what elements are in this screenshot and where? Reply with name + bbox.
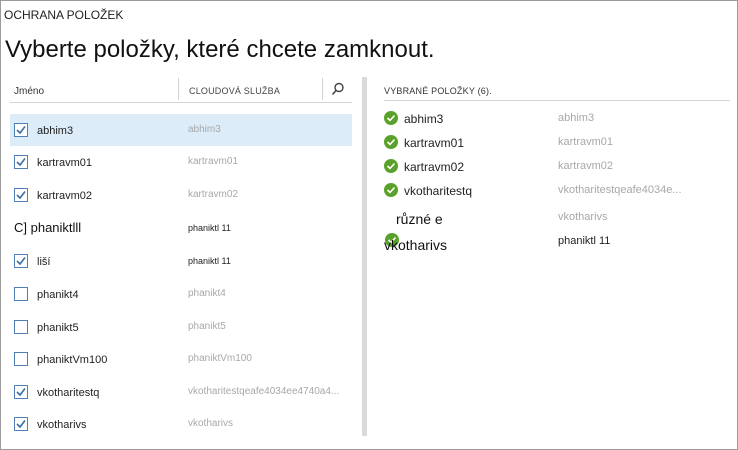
row-checkbox[interactable] — [14, 320, 28, 334]
selected-item-name: vkotharivs — [384, 237, 448, 253]
row-checkbox[interactable] — [14, 254, 28, 268]
search-icon — [331, 82, 344, 96]
column-header-cloud-service[interactable]: CLOUDOVÁ SLUŽBA — [189, 86, 280, 96]
row-name: abhim3 — [37, 125, 74, 137]
row-service: abhim3 — [188, 124, 221, 135]
pane-splitter-scrollbar[interactable] — [362, 77, 367, 436]
selected-item-name: kartravm01 — [404, 136, 465, 150]
selected-item-service: vkotharitestqeafe4034e... — [558, 184, 682, 196]
ok-circle-icon — [384, 159, 398, 173]
selected-items-header: VYBRANÉ POLOŽKY (6). — [384, 76, 730, 101]
row-checkbox[interactable] — [14, 417, 28, 431]
selected-item: vkotharivs phaniktl 11 — [384, 230, 730, 254]
selected-item-service: kartravm02 — [558, 160, 614, 172]
page-title: Vyberte položky, které chcete zamknout. — [5, 36, 435, 63]
selected-item-service: abhim3 — [558, 112, 595, 124]
selected-item-name: různé e — [396, 211, 443, 227]
table-row[interactable]: vkotharivs vkotharivs — [10, 408, 352, 440]
checkmark-icon — [16, 388, 26, 397]
row-checkbox[interactable] — [14, 123, 28, 137]
table-row[interactable]: vkotharitestq vkotharitestqeafe4034ee474… — [10, 376, 352, 408]
row-checkbox[interactable] — [14, 155, 28, 169]
table-row[interactable]: C] phaniktlll phaniktl 11 — [10, 212, 352, 244]
selected-items-title: VYBRANÉ POLOŽKY (6). — [384, 86, 492, 96]
checkmark-icon — [16, 158, 26, 167]
items-list-pane: Jméno CLOUDOVÁ SLUŽBA abhim3 abhim3 kart… — [0, 76, 356, 440]
selected-item-service: phaniktl 11 — [558, 235, 611, 247]
selected-item: abhim3 abhim3 — [384, 107, 730, 131]
selected-item: vkotharitestq vkotharitestqeafe4034e... — [384, 179, 730, 203]
selected-item-service: vkotharivs — [558, 211, 608, 223]
row-checkbox[interactable] — [14, 287, 28, 301]
row-service: phanikt5 — [188, 321, 226, 332]
table-row[interactable]: phaniktVm100 phaniktVm100 — [10, 343, 352, 375]
row-name: phaniktVm100 — [37, 354, 108, 366]
row-name: liší — [37, 256, 51, 268]
selected-item: kartravm02 kartravm02 — [384, 155, 730, 179]
checkmark-icon — [16, 126, 26, 135]
row-name: kartravm02 — [37, 190, 93, 202]
row-service: kartravm01 — [188, 156, 239, 167]
row-name: C] phaniktlll — [14, 220, 82, 235]
list-header: Jméno CLOUDOVÁ SLUŽBA — [10, 76, 352, 103]
table-row[interactable]: kartravm01 kartravm01 — [10, 146, 352, 178]
row-checkbox[interactable] — [14, 385, 28, 399]
checkmark-icon — [16, 257, 26, 266]
row-name: phanikt5 — [37, 322, 79, 334]
row-service: phanikt4 — [188, 288, 226, 299]
ok-circle-icon — [384, 183, 398, 197]
checkmark-icon — [16, 191, 26, 200]
selected-items-pane: VYBRANÉ POLOŽKY (6). abhim3 abhim3 kartr… — [370, 76, 730, 436]
section-title: OCHRANA POLOŽEK — [4, 8, 124, 22]
row-name: vkotharivs — [37, 419, 87, 431]
row-service: kartravm02 — [188, 189, 239, 200]
selected-item-name: vkotharitestq — [404, 184, 473, 198]
selected-item-service: kartravm01 — [558, 136, 614, 148]
column-header-name[interactable]: Jméno — [14, 86, 44, 97]
table-row[interactable]: phanikt5 phanikt5 — [10, 311, 352, 343]
ok-circle-icon — [384, 135, 398, 149]
column-divider — [322, 78, 323, 100]
ok-circle-icon — [384, 111, 398, 125]
row-name: vkotharitestq — [37, 387, 100, 399]
selected-item-name: abhim3 — [404, 112, 444, 126]
row-service: phaniktVm100 — [188, 353, 252, 364]
table-row[interactable]: phanikt4 phanikt4 — [10, 278, 352, 310]
row-service: vkotharitestqeafe4034ee4740a4... — [188, 386, 340, 397]
selected-item-name: kartravm02 — [404, 160, 465, 174]
table-row[interactable]: abhim3 abhim3 — [10, 114, 352, 146]
row-service: phaniktl 11 — [188, 223, 231, 233]
row-checkbox[interactable] — [14, 188, 28, 202]
row-checkbox[interactable] — [14, 352, 28, 366]
row-name: kartravm01 — [37, 157, 93, 169]
checkmark-icon — [16, 420, 26, 429]
table-row[interactable]: liší phaniktl 11 — [10, 245, 352, 277]
selected-item: různé e vkotharivs — [384, 206, 730, 230]
row-service: vkotharivs — [188, 418, 234, 429]
table-row[interactable]: kartravm02 kartravm02 — [10, 179, 352, 211]
column-divider — [178, 78, 179, 100]
row-service: phaniktl 11 — [188, 256, 231, 266]
search-button[interactable] — [326, 78, 350, 100]
row-name: phanikt4 — [37, 289, 79, 301]
selected-item: kartravm01 kartravm01 — [384, 131, 730, 155]
